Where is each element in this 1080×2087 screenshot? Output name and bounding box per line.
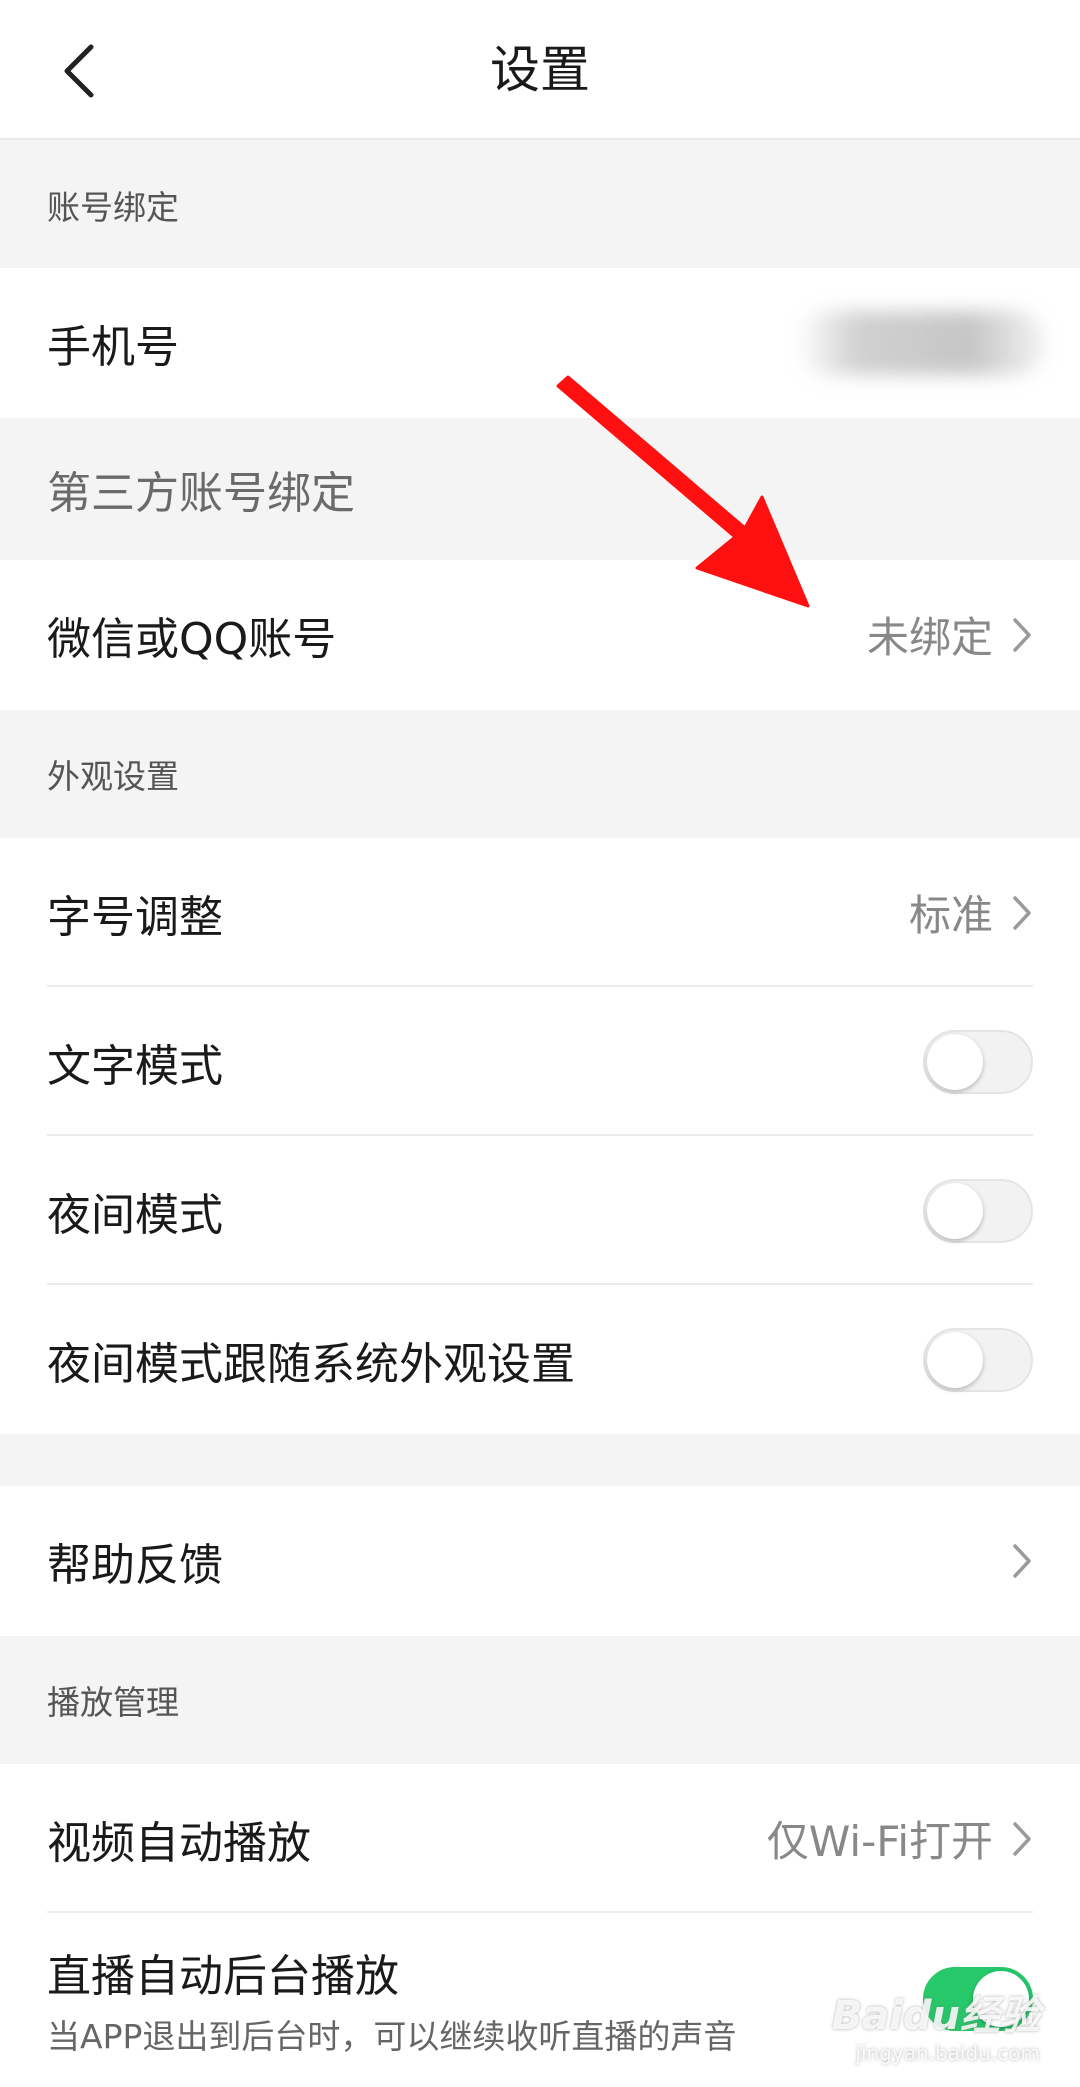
row-label-text-mode: 文字模式 [47, 1040, 223, 1092]
row-right-text-mode [923, 1029, 1033, 1094]
section-header-account-binding: 账号绑定 [47, 188, 179, 227]
row-wechat-qq[interactable]: 微信或QQ账号 未绑定 [0, 560, 1080, 709]
group-help: 帮助反馈 [0, 1486, 1080, 1636]
chevron-right-icon [1013, 895, 1031, 930]
row-label-video-autoplay: 视频自动播放 [47, 1817, 311, 1869]
group-phone: 手机号 [0, 268, 1080, 418]
section-header-appearance: 外观设置 [47, 757, 179, 796]
text-mode-toggle[interactable] [923, 1029, 1033, 1094]
row-value-wechat-qq: 未绑定 [866, 613, 993, 662]
toggle-knob [927, 1033, 983, 1090]
night-follow-system-toggle[interactable] [923, 1327, 1033, 1392]
group-third-party: 微信或QQ账号 未绑定 [0, 560, 1080, 710]
section-header-third-party: 第三方账号绑定 [47, 468, 355, 519]
row-right-night-follow-system [923, 1327, 1033, 1392]
row-label-night-mode: 夜间模式 [47, 1189, 223, 1241]
watermark-logo: Baidu经验 [831, 1993, 1040, 2039]
row-phone[interactable]: 手机号 [0, 268, 1080, 417]
chevron-right-icon [1013, 617, 1031, 652]
row-right-video-autoplay: 仅Wi-Fi打开 [767, 1808, 1033, 1869]
row-right-help-feedback [1011, 1542, 1033, 1580]
row-night-follow-system: 夜间模式跟随系统外观设置 [0, 1285, 1080, 1434]
row-right-wechat-qq: 未绑定 [867, 604, 1033, 665]
toggle-knob [927, 1331, 983, 1388]
row-right-font-size: 标准 [909, 882, 1033, 943]
row-label-live-background: 直播自动后台播放 [47, 1951, 399, 2002]
row-label-night-follow-system: 夜间模式跟随系统外观设置 [47, 1338, 575, 1390]
row-text-mode: 文字模式 [0, 987, 1080, 1136]
chevron-right-icon [1013, 1821, 1031, 1856]
night-mode-toggle[interactable] [923, 1178, 1033, 1243]
watermark-url: jingyan.baidu.com [855, 2041, 1040, 2065]
row-sublabel-live-background: 当APP退出到后台时，可以继续收听直播的声音 [47, 2017, 737, 2056]
row-video-autoplay[interactable]: 视频自动播放 仅Wi-Fi打开 [0, 1764, 1080, 1913]
section-header-playback: 播放管理 [47, 1683, 179, 1722]
row-label-help-feedback: 帮助反馈 [47, 1539, 223, 1591]
row-label-wechat-qq: 微信或QQ账号 [47, 613, 337, 665]
row-label-phone: 手机号 [47, 321, 179, 373]
toggle-knob [927, 1182, 983, 1239]
group-appearance: 字号调整 标准 文字模式 夜间模式 夜间模式跟随系统外观设置 [0, 838, 1080, 1434]
watermark: Baidu经验 jingyan.baidu.com [832, 1983, 1040, 2065]
row-value-font-size: 标准 [908, 891, 993, 940]
settings-screen: 设置 账号绑定 手机号 第三方账号绑定 微信或QQ账号 未绑定 外观设置 字号调… [0, 0, 1080, 2087]
row-right-night-mode [923, 1178, 1033, 1243]
row-label-font-size: 字号调整 [47, 891, 223, 943]
row-font-size[interactable]: 字号调整 标准 [0, 838, 1080, 987]
row-night-mode: 夜间模式 [0, 1136, 1080, 1285]
top-bar: 设置 [0, 0, 1080, 140]
row-help-feedback[interactable]: 帮助反馈 [0, 1486, 1080, 1635]
row-label-group-live-background: 直播自动后台播放 当APP退出到后台时，可以继续收听直播的声音 [47, 1940, 736, 2058]
row-value-video-autoplay: 仅Wi-Fi打开 [766, 1817, 993, 1866]
page-title: 设置 [490, 41, 590, 99]
blurred-phone-number [796, 310, 1046, 375]
chevron-right-icon [1013, 1543, 1031, 1578]
